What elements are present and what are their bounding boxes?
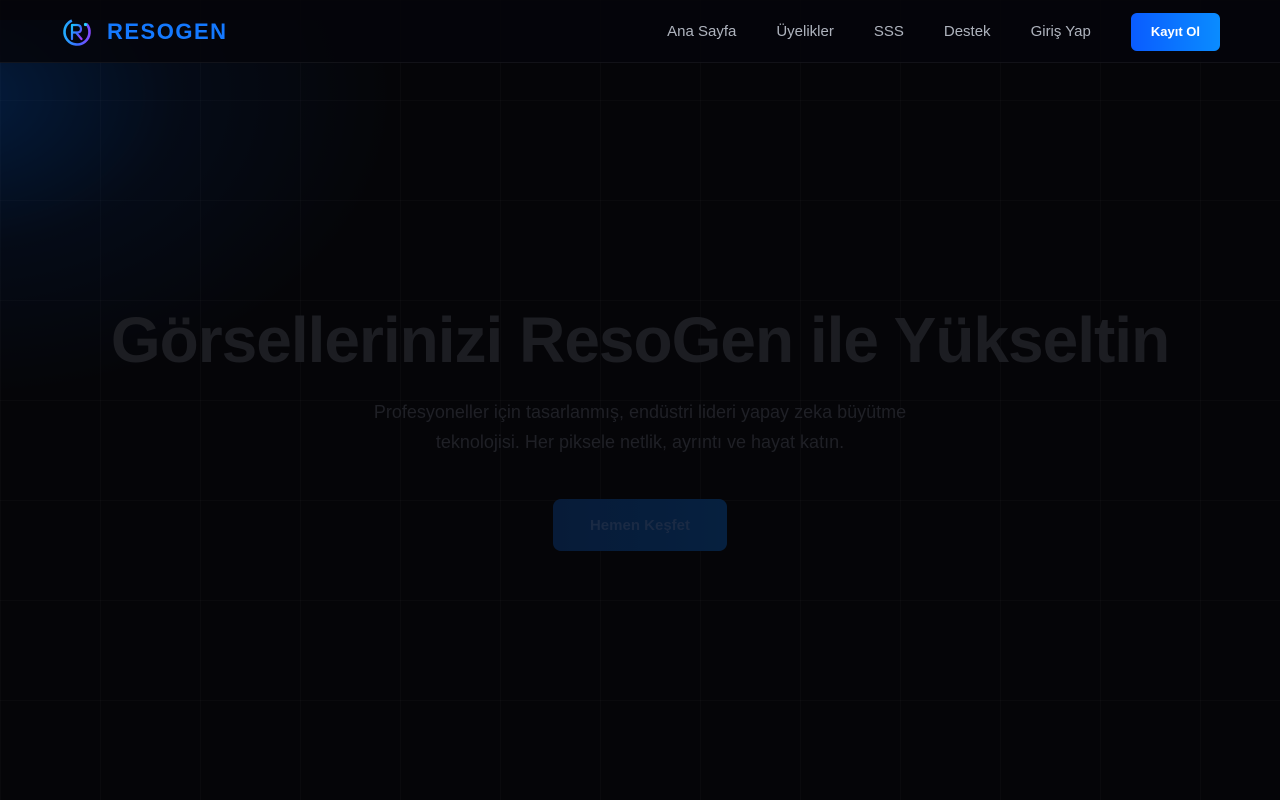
brand-name: RESOGEN — [107, 19, 228, 44]
nav-link-memberships[interactable]: Üyelikler — [776, 13, 834, 51]
site-header: RESOGEN Ana Sayfa Üyelikler SSS Destek G… — [0, 0, 1280, 63]
hero-section: Görsellerinizi ResoGen ile Yükseltin Pro… — [0, 64, 1280, 800]
nav-link-home[interactable]: Ana Sayfa — [667, 13, 736, 51]
landing-page: RESOGEN Ana Sayfa Üyelikler SSS Destek G… — [0, 0, 1280, 800]
resogen-logo-icon — [63, 18, 91, 46]
hero-subtitle: Profesyoneller için tasarlanmış, endüstr… — [373, 402, 907, 452]
nav-link-support[interactable]: Destek — [944, 13, 991, 51]
brand-logo[interactable]: RESOGEN — [60, 14, 228, 50]
nav-link-faq[interactable]: SSS — [874, 13, 904, 51]
explore-now-button[interactable]: Hemen Keşfet — [553, 499, 727, 551]
main-nav: Ana Sayfa Üyelikler SSS Destek Giriş Yap… — [667, 13, 1220, 51]
nav-link-login[interactable]: Giriş Yap — [1031, 13, 1091, 51]
hero-title: Görsellerinizi ResoGen ile Yükseltin — [110, 304, 1170, 376]
signup-button[interactable]: Kayıt Ol — [1130, 13, 1220, 51]
